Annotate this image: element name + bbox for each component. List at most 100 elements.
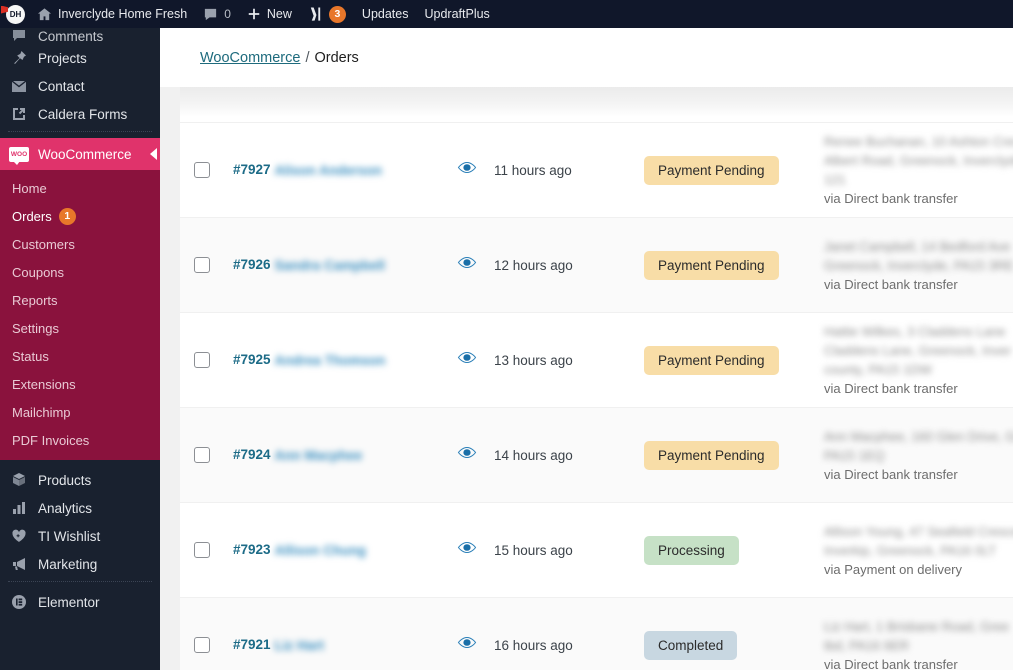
address-line-redacted: PA15 1EQ bbox=[824, 447, 885, 463]
order-number-link[interactable]: #7924 bbox=[233, 447, 271, 462]
plugin-update-badge: 3 bbox=[328, 5, 346, 23]
updates-menu[interactable]: Updates bbox=[354, 0, 417, 28]
order-number-link[interactable]: #7921 bbox=[233, 637, 271, 652]
order-number-cell[interactable]: #7924 Ann Macphee bbox=[224, 447, 439, 463]
order-date: 14 hours ago bbox=[494, 447, 573, 463]
row-checkbox[interactable] bbox=[194, 447, 210, 463]
sidebar-item-woocommerce[interactable]: WOO WooCommerce bbox=[0, 138, 160, 170]
payment-method: via Direct bank transfer bbox=[824, 466, 958, 482]
preview-cell bbox=[439, 541, 494, 559]
sidebar-item-projects[interactable]: Projects bbox=[0, 44, 160, 72]
comments-menu[interactable]: 0 bbox=[195, 0, 239, 28]
eye-icon[interactable] bbox=[457, 161, 477, 179]
customer-name-redacted: Andrea Thomson bbox=[274, 352, 386, 368]
table-row[interactable]: Payment Pending via Direct bank transfer bbox=[180, 87, 1013, 123]
address-line-redacted: Claddens Lane, Greenock, Inver bbox=[824, 343, 1012, 358]
submenu-label: Customers bbox=[12, 236, 75, 252]
table-row[interactable]: #7926 Sandra Campbell 12 hours ago Payment … bbox=[180, 218, 1013, 313]
address-line-redacted: Renee Buchanan, 10 Ashton Crescent bbox=[824, 134, 1013, 149]
address-line-redacted: Hattie Wilkes, 3 Claddens Lane bbox=[824, 324, 1006, 339]
eye-icon[interactable] bbox=[457, 541, 477, 559]
order-number-cell[interactable]: #7926 Sandra Campbell bbox=[224, 257, 439, 273]
sidebar-item-home[interactable]: Home bbox=[0, 174, 160, 202]
shipping-address-cell: Allison Young, 47 Seafield Crescent Inver… bbox=[824, 522, 1013, 579]
updraftplus-menu[interactable]: UpdraftPlus bbox=[416, 0, 497, 28]
sidebar-item-extensions[interactable]: Extensions bbox=[0, 370, 160, 398]
sidebar-divider bbox=[0, 131, 160, 138]
table-row[interactable]: #7925 Andrea Thomson 13 hours ago Payment P… bbox=[180, 313, 1013, 408]
customer-name-redacted: Ann Macphee bbox=[274, 447, 363, 463]
row-checkbox[interactable] bbox=[194, 637, 210, 653]
order-number-link[interactable]: #7923 bbox=[233, 542, 271, 557]
sidebar-item-contact[interactable]: Contact bbox=[0, 72, 160, 100]
new-content-menu[interactable]: New bbox=[239, 0, 300, 28]
eye-icon[interactable] bbox=[457, 351, 477, 369]
form-icon bbox=[9, 106, 29, 122]
sidebar-item-orders[interactable]: Orders 1 bbox=[0, 202, 160, 230]
yoast-menu[interactable]: 3 bbox=[300, 0, 354, 28]
table-row[interactable]: #7924 Ann Macphee 14 hours ago Payment Pend… bbox=[180, 408, 1013, 503]
home-icon bbox=[37, 7, 52, 22]
order-status-cell: Payment Pending bbox=[644, 345, 824, 375]
submenu-label: Orders bbox=[12, 208, 52, 224]
customer-name-redacted: Alison Anderson bbox=[274, 162, 383, 178]
status-badge: Payment Pending bbox=[644, 93, 779, 100]
envelope-icon bbox=[9, 79, 29, 93]
sidebar-item-comments[interactable]: Comments bbox=[0, 28, 160, 44]
preview-cell bbox=[439, 256, 494, 274]
sidebar-item-analytics[interactable]: Analytics bbox=[0, 494, 160, 522]
site-logo[interactable]: DH bbox=[0, 0, 29, 28]
order-number-cell[interactable]: #7923 Allison Chung bbox=[224, 542, 439, 558]
status-badge: Payment Pending bbox=[644, 250, 779, 280]
eye-icon[interactable] bbox=[457, 446, 477, 464]
sidebar-item-products[interactable]: Products bbox=[0, 466, 160, 494]
bar-chart-icon bbox=[9, 500, 29, 516]
sidebar-item-label: Comments bbox=[38, 28, 104, 44]
sidebar-item-settings[interactable]: Settings bbox=[0, 314, 160, 342]
order-status-cell: Payment Pending bbox=[644, 250, 824, 280]
sidebar-item-elementor[interactable]: Elementor bbox=[0, 588, 160, 616]
sidebar-item-customers[interactable]: Customers bbox=[0, 230, 160, 258]
order-date: 12 hours ago bbox=[494, 257, 573, 273]
site-name-menu[interactable]: Inverclyde Home Fresh bbox=[29, 0, 195, 28]
sidebar-item-mailchimp[interactable]: Mailchimp bbox=[0, 398, 160, 426]
order-number-cell[interactable]: #7927 Alison Anderson bbox=[224, 162, 439, 178]
order-number-cell[interactable]: #7921 Liz Hart bbox=[224, 637, 439, 653]
shipping-address-cell: Janet Campbell, 14 Bedford Ave Greenock, … bbox=[824, 237, 1013, 294]
comment-bubble-icon bbox=[203, 7, 218, 22]
sidebar-item-marketing[interactable]: Marketing bbox=[0, 550, 160, 578]
eye-icon[interactable] bbox=[457, 256, 477, 274]
address-line-redacted: Greenock, Inverclyde, PA15 3RE bbox=[824, 257, 1013, 273]
table-row[interactable]: #7927 Alison Anderson 11 hours ago Payment … bbox=[180, 123, 1013, 218]
sidebar-item-caldera-forms[interactable]: Caldera Forms bbox=[0, 100, 160, 128]
row-select-cell bbox=[180, 447, 224, 463]
status-badge: Completed bbox=[644, 630, 738, 660]
order-status-cell: Processing bbox=[644, 535, 824, 565]
row-checkbox[interactable] bbox=[194, 352, 210, 368]
order-number-cell[interactable]: #7925 Andrea Thomson bbox=[224, 352, 439, 368]
sidebar-item-ti-wishlist[interactable]: TI Wishlist bbox=[0, 522, 160, 550]
order-number-link[interactable]: #7925 bbox=[233, 352, 271, 367]
row-checkbox[interactable] bbox=[194, 257, 210, 273]
breadcrumb-root-link[interactable]: WooCommerce bbox=[200, 50, 300, 66]
breadcrumb-separator: / bbox=[305, 49, 310, 66]
sidebar-item-label: Projects bbox=[38, 50, 87, 66]
sidebar-item-pdf-invoices[interactable]: PDF Invoices bbox=[0, 426, 160, 454]
row-checkbox[interactable] bbox=[194, 542, 210, 558]
payment-method: via Direct bank transfer bbox=[824, 191, 958, 206]
breadcrumb-current: Orders bbox=[314, 49, 359, 66]
order-number-link[interactable]: #7926 bbox=[233, 257, 271, 272]
table-row[interactable]: #7921 Liz Hart 16 hours ago Completed Liz Ha… bbox=[180, 598, 1013, 670]
sidebar-item-coupons[interactable]: Coupons bbox=[0, 258, 160, 286]
table-row[interactable]: #7923 Allison Chung 15 hours ago Processing… bbox=[180, 503, 1013, 598]
payment-method: via Direct bank transfer bbox=[824, 656, 958, 670]
submenu-label: Status bbox=[12, 348, 49, 364]
sidebar-item-reports[interactable]: Reports bbox=[0, 286, 160, 314]
preview-cell bbox=[439, 636, 494, 654]
eye-icon[interactable] bbox=[457, 636, 477, 654]
submenu-label: Mailchimp bbox=[12, 404, 71, 420]
order-number-link[interactable]: #7927 bbox=[233, 162, 271, 177]
sidebar-item-status[interactable]: Status bbox=[0, 342, 160, 370]
shipping-address-cell: Ann Macphee, 160 Glen Drive, Gr PA15 1EQ v… bbox=[824, 427, 1013, 484]
row-checkbox[interactable] bbox=[194, 162, 210, 178]
